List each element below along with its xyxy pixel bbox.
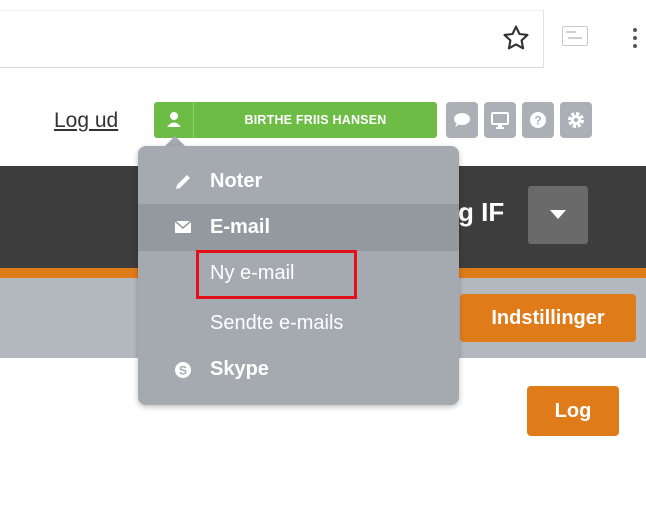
menu-item-skype[interactable]: S Skype — [138, 346, 459, 393]
club-name: g IF — [458, 197, 505, 227]
menu-item-label: Skype — [210, 358, 269, 380]
user-badge[interactable]: BIRTHE FRIIS HANSEN — [154, 102, 437, 138]
user-name: BIRTHE FRIIS HANSEN — [244, 113, 387, 127]
user-icon — [154, 102, 194, 138]
chevron-down-icon — [550, 210, 566, 219]
log-button[interactable]: Log — [527, 386, 619, 436]
star-icon[interactable] — [500, 22, 532, 54]
help-button[interactable]: ? — [522, 102, 554, 138]
svg-text:S: S — [179, 364, 187, 378]
envelope-icon — [174, 220, 192, 233]
logout-link[interactable]: Log ud — [54, 106, 118, 136]
browser-toolbar — [0, 0, 646, 70]
club-dropdown-button[interactable] — [528, 186, 588, 244]
menu-item-label: E-mail — [210, 216, 271, 238]
chat-icon — [454, 113, 470, 127]
highlight-annotation — [196, 250, 357, 299]
settings-icon — [568, 112, 584, 128]
monitor-icon — [491, 112, 509, 129]
help-icon: ? — [530, 112, 546, 128]
skype-icon: S — [175, 362, 191, 378]
address-bar[interactable] — [0, 10, 544, 68]
menu-item-email[interactable]: E-mail — [138, 204, 459, 251]
menu-item-notes[interactable]: Noter — [138, 158, 459, 205]
svg-text:?: ? — [534, 114, 541, 128]
chat-button[interactable] — [446, 102, 478, 138]
pencil-icon — [176, 175, 190, 189]
settings-button[interactable] — [560, 102, 592, 138]
monitor-button[interactable] — [484, 102, 516, 138]
extension-icon[interactable] — [562, 26, 588, 46]
menu-item-sent-emails[interactable]: Sendte e-mails — [210, 308, 343, 338]
menu-item-label: Noter — [210, 170, 263, 192]
settings-tab-button[interactable]: Indstillinger — [460, 294, 636, 342]
menu-dots-icon[interactable] — [632, 26, 638, 48]
